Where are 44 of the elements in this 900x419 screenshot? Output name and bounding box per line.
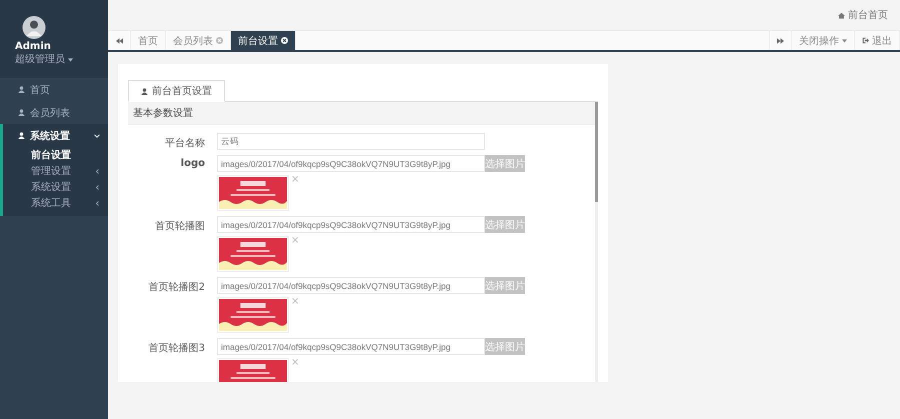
home-icon: [838, 12, 845, 18]
close-menu-button[interactable]: 关闭操作: [792, 31, 855, 50]
person-icon: [18, 132, 25, 139]
user-role-menu[interactable]: 超级管理员: [15, 52, 74, 66]
scroll-right-button[interactable]: [769, 31, 792, 50]
home-link[interactable]: 前台首页: [838, 8, 888, 22]
chevron-icon: [94, 132, 100, 138]
page-tab[interactable]: 前台设置: [231, 31, 296, 50]
field-label: 首页轮播图3: [148, 342, 205, 356]
scroll-left-button[interactable]: [108, 31, 131, 50]
close-icon: [216, 37, 223, 44]
double-right-icon: [777, 38, 784, 44]
double-left-icon: [116, 38, 123, 44]
caret-icon: [842, 38, 847, 42]
person-icon: [18, 109, 25, 116]
user-name: Admin: [15, 41, 51, 52]
field-label: 首页轮播图2: [148, 280, 205, 295]
logout-button[interactable]: 退出: [855, 31, 900, 50]
person-icon: [18, 86, 25, 93]
submenu-item[interactable]: 系统工具: [3, 195, 108, 211]
sidebar-item[interactable]: 系统设置: [0, 124, 108, 147]
page-tab[interactable]: 首页: [131, 31, 166, 50]
field-label: 平台名称: [164, 136, 205, 150]
input-field[interactable]: 云码: [217, 133, 485, 150]
field-label: 首页轮播图: [154, 220, 205, 234]
input-field[interactable]: images/0/2017/04/of9kqcp9sQ9C38okVQ7N9UT3G9t8yP.jpg: [217, 216, 485, 233]
submenu-item[interactable]: 前台设置: [3, 147, 108, 163]
caret-icon: [68, 58, 74, 62]
section-header: 基本参数设置: [128, 102, 598, 125]
input-field[interactable]: images/0/2017/04/of9kqcp9sQ9C38okVQ7N9UT3G9t8yP.jpg: [217, 277, 485, 294]
sidebar-item[interactable]: 首页: [0, 78, 108, 101]
person-icon: [141, 88, 148, 94]
chevron-icon: [95, 200, 100, 206]
settings-tab[interactable]: 前台首页设置: [128, 80, 225, 102]
submenu-item[interactable]: 管理设置: [3, 163, 108, 179]
close-icon: [281, 37, 288, 44]
input-field[interactable]: images/0/2017/04/of9kqcp9sQ9C38okVQ7N9UT3G9t8yP.jpg: [217, 155, 485, 172]
chevron-icon: [95, 168, 100, 174]
input-field[interactable]: images/0/2017/04/of9kqcp9sQ9C38okVQ7N9UT3G9t8yP.jpg: [217, 338, 485, 355]
submenu-item[interactable]: 系统设置: [3, 179, 108, 195]
field-label: logo: [180, 157, 205, 171]
logout-icon: [862, 37, 869, 44]
chevron-icon: [95, 184, 100, 190]
sidebar-item[interactable]: 会员列表: [0, 101, 108, 124]
